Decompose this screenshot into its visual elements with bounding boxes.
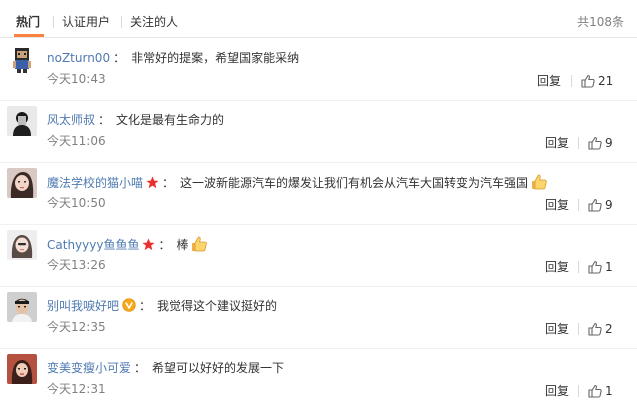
comment-username[interactable]: noZturn00 <box>47 51 110 65</box>
tab-verified-users[interactable]: 认证用户 <box>62 14 110 30</box>
thumbs-up-icon <box>588 198 602 212</box>
red-star-icon <box>142 238 155 256</box>
tab-following[interactable]: 关注的人 <box>130 14 178 30</box>
comment-time: 今天12:31 <box>47 382 106 396</box>
avatar[interactable] <box>7 44 37 74</box>
like-count: 2 <box>605 322 613 336</box>
like-button[interactable]: 9 <box>588 134 613 152</box>
like-button[interactable]: 2 <box>588 320 613 338</box>
comment-total-count: 共108条 <box>577 15 624 29</box>
avatar[interactable] <box>7 168 37 198</box>
comment-tabs: 热门 认证用户 关注的人 共108条 <box>0 0 637 38</box>
tab-hot[interactable]: 热门 <box>16 14 40 30</box>
like-count: 9 <box>605 136 613 150</box>
thumbs-up-emoji-icon <box>190 235 208 258</box>
thumbs-up-icon <box>588 136 602 150</box>
active-tab-indicator <box>14 34 44 37</box>
comment-list: noZturn00：非常好的提案，希望国家能采纳 今天10:43 回复 21 风… <box>0 39 637 409</box>
action-divider <box>578 137 579 149</box>
comment-text: 非常好的提案，希望国家能采纳 <box>131 51 300 65</box>
comment-row: 别叫我唳好吧：我觉得这个建议挺好的 今天12:35 回复 2 <box>0 287 637 349</box>
thumbs-up-icon <box>588 322 602 336</box>
comment-username[interactable]: 别叫我唳好吧 <box>47 299 119 313</box>
thumbs-up-icon <box>581 74 595 88</box>
thumbs-up-icon <box>588 260 602 274</box>
like-button[interactable]: 9 <box>588 196 613 214</box>
avatar[interactable] <box>7 292 37 322</box>
like-count: 1 <box>605 260 613 274</box>
comment-username[interactable]: Cathyyyy鱼鱼鱼 <box>47 238 139 252</box>
like-button[interactable]: 1 <box>588 258 613 276</box>
reply-button[interactable]: 回复 <box>537 73 561 89</box>
comment-text: 棒 <box>176 238 189 252</box>
reply-button[interactable]: 回复 <box>545 197 569 213</box>
reply-button[interactable]: 回复 <box>545 321 569 337</box>
comment-time: 今天11:06 <box>47 134 106 148</box>
thumbs-up-icon <box>588 384 602 398</box>
comment-text: 我觉得这个建议挺好的 <box>157 299 278 313</box>
avatar[interactable] <box>7 230 37 260</box>
like-button[interactable]: 1 <box>588 382 613 400</box>
like-button[interactable]: 21 <box>581 72 613 90</box>
comment-row: 变美变瘦小可爱：希望可以好好的发展一下 今天12:31 回复 1 <box>0 349 637 409</box>
avatar[interactable] <box>7 354 37 384</box>
action-divider <box>578 323 579 335</box>
comment-time: 今天10:50 <box>47 196 106 210</box>
comment-text: 文化是最有生命力的 <box>116 113 225 127</box>
red-star-icon <box>146 176 159 194</box>
comment-row: noZturn00：非常好的提案，希望国家能采纳 今天10:43 回复 21 <box>0 39 637 101</box>
comment-username[interactable]: 风太师叔 <box>47 113 95 127</box>
comment-time: 今天13:26 <box>47 258 106 272</box>
comment-row: 魔法学校的猫小喵：这一波新能源汽车的爆发让我们有机会从汽车大国转变为汽车强国 今… <box>0 163 637 225</box>
tab-divider <box>53 16 54 28</box>
comment-row: 风太师叔：文化是最有生命力的 今天11:06 回复 9 <box>0 101 637 163</box>
reply-button[interactable]: 回复 <box>545 135 569 151</box>
comment-row: Cathyyyy鱼鱼鱼：棒 今天13:26 回复 1 <box>0 225 637 287</box>
comment-time: 今天10:43 <box>47 72 106 86</box>
verified-v-icon <box>122 298 136 317</box>
comment-text: 希望可以好好的发展一下 <box>152 361 285 375</box>
comment-username[interactable]: 变美变瘦小可爱 <box>47 361 131 375</box>
like-count: 21 <box>598 74 614 88</box>
reply-button[interactable]: 回复 <box>545 383 569 399</box>
like-count: 9 <box>605 198 613 212</box>
avatar[interactable] <box>7 106 37 136</box>
comment-time: 今天12:35 <box>47 320 106 334</box>
like-count: 1 <box>605 384 613 398</box>
action-divider <box>578 385 579 397</box>
comment-text: 这一波新能源汽车的爆发让我们有机会从汽车大国转变为汽车强国 <box>180 176 529 190</box>
action-divider <box>578 261 579 273</box>
action-divider <box>571 75 572 87</box>
thumbs-up-emoji-icon <box>530 173 548 196</box>
tab-divider <box>121 16 122 28</box>
comment-username[interactable]: 魔法学校的猫小喵 <box>47 176 143 190</box>
reply-button[interactable]: 回复 <box>545 259 569 275</box>
action-divider <box>578 199 579 211</box>
